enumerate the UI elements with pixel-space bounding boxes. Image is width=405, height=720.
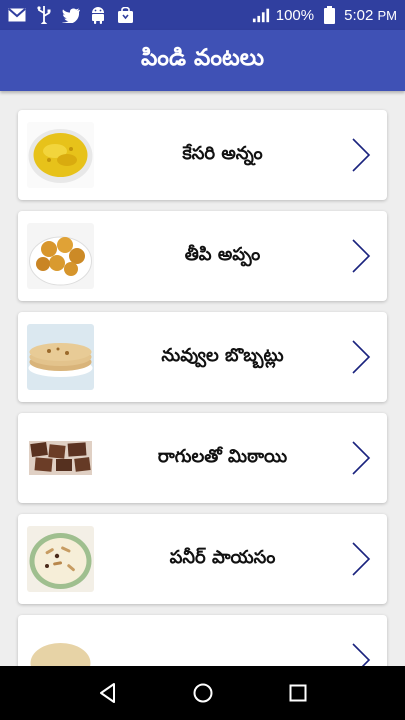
status-bar: 100% 5:02 PM: [0, 0, 405, 30]
chevron-right-icon[interactable]: [351, 339, 371, 375]
battery-icon: [320, 6, 338, 24]
recipe-list[interactable]: కేసరి అన్నం తీపి అప్పం నువ్వుల బొబ్బట్లు…: [0, 91, 405, 666]
home-icon: [193, 683, 212, 703]
sesame-bobbatlu-thumbnail: [27, 324, 94, 390]
chevron-right-icon[interactable]: [351, 137, 371, 173]
recipe-card[interactable]: రాగులతో మిఠాయి: [18, 413, 387, 503]
chevron-right-icon[interactable]: [351, 541, 371, 577]
recipe-title: కేసరి అన్నం: [182, 142, 263, 164]
gmail-icon: [8, 6, 26, 24]
shopping-bag-icon: [116, 6, 134, 24]
page-title: పిండి వంటలు: [140, 44, 265, 71]
clock-time: 5:02 PM: [344, 6, 397, 24]
recipe-card[interactable]: [18, 615, 387, 666]
kesari-rice-thumbnail: [27, 122, 94, 188]
recipe-title: రాగులతో మిఠాయి: [157, 445, 288, 467]
recipe-card[interactable]: పనీర్ పాయసం: [18, 514, 387, 604]
recipe-card[interactable]: కేసరి అన్నం: [18, 110, 387, 200]
chevron-right-icon[interactable]: [351, 642, 371, 666]
usb-icon: [35, 6, 53, 24]
back-icon: [99, 683, 115, 703]
ragi-sweet-thumbnail: [27, 425, 94, 491]
android-icon: [89, 6, 107, 24]
battery-percent: 100%: [275, 6, 315, 24]
chevron-right-icon[interactable]: [351, 440, 371, 476]
home-button[interactable]: [183, 673, 223, 713]
recipe-title: నువ్వుల బొబ్బట్లు: [161, 344, 284, 366]
app-bar: పిండి వంటలు: [0, 30, 405, 91]
sweet-appam-thumbnail: [27, 223, 94, 289]
partial-item-thumbnail: [27, 627, 94, 666]
recents-button[interactable]: [278, 673, 318, 713]
twitter-icon: [62, 6, 80, 24]
back-button[interactable]: [88, 673, 128, 713]
signal-icon: [252, 6, 270, 24]
paneer-payasam-thumbnail: [27, 526, 94, 592]
navigation-bar: [0, 666, 405, 720]
recipe-title: [98, 615, 347, 666]
recipe-card[interactable]: తీపి అప్పం: [18, 211, 387, 301]
chevron-right-icon[interactable]: [351, 238, 371, 274]
recipe-title: పనీర్ పాయసం: [169, 546, 276, 568]
recents-icon: [289, 684, 306, 702]
recipe-card[interactable]: నువ్వుల బొబ్బట్లు: [18, 312, 387, 402]
recipe-title: తీపి అప్పం: [184, 243, 261, 265]
